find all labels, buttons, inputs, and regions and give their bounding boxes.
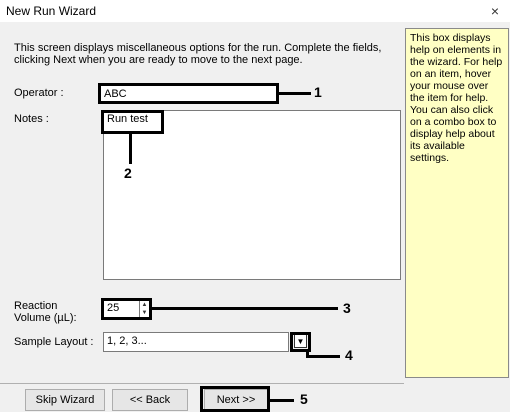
close-icon[interactable]: × xyxy=(480,0,510,22)
annotation-number-1: 1 xyxy=(314,84,322,100)
notes-label: Notes : xyxy=(14,113,49,125)
intro-text: This screen displays miscellaneous optio… xyxy=(14,42,382,66)
annotation-number-4: 4 xyxy=(345,347,353,363)
annotation-line-3 xyxy=(152,307,338,310)
annotation-line-2 xyxy=(129,134,132,164)
annotation-line-5 xyxy=(270,399,294,402)
annotation-line-4b xyxy=(306,355,340,358)
sample-layout-select[interactable]: 1, 2, 3... xyxy=(103,332,289,352)
skip-wizard-button[interactable]: Skip Wizard xyxy=(25,389,105,411)
help-panel: This box displays help on elements in th… xyxy=(405,28,509,378)
window-title: New Run Wizard xyxy=(6,4,97,18)
annotation-number-3: 3 xyxy=(343,300,351,316)
annotation-number-2: 2 xyxy=(124,165,132,181)
notes-textarea[interactable]: Run test xyxy=(103,110,401,280)
sample-layout-label: Sample Layout : xyxy=(14,336,94,348)
annotation-box-3 xyxy=(101,298,152,320)
annotation-box-2 xyxy=(101,110,164,134)
reaction-volume-label-line2: Volume (µL): xyxy=(14,312,77,324)
operator-label: Operator : xyxy=(14,87,64,99)
annotation-box-1 xyxy=(98,83,279,104)
annotation-box-4 xyxy=(290,332,311,352)
annotation-box-5 xyxy=(200,386,270,412)
reaction-volume-label-line1: Reaction xyxy=(14,300,58,312)
title-bar: New Run Wizard × xyxy=(0,0,510,22)
button-separator xyxy=(0,383,404,384)
annotation-number-5: 5 xyxy=(300,391,308,407)
annotation-line-1 xyxy=(279,92,311,95)
back-button[interactable]: << Back xyxy=(112,389,188,411)
